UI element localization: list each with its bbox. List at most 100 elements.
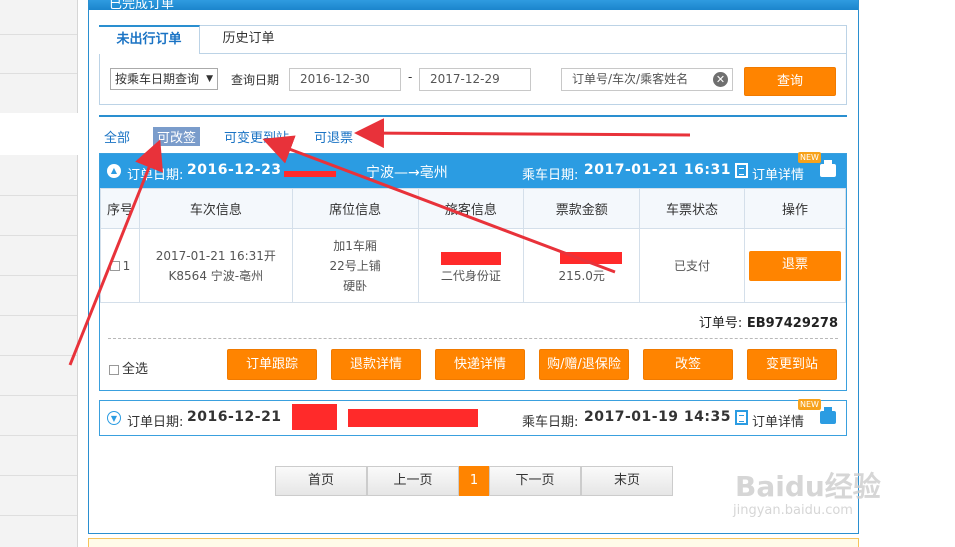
section-divider (99, 115, 847, 117)
nav-divider (0, 395, 77, 396)
page-prev-button[interactable]: 上一页 (367, 466, 459, 496)
order-detail-link[interactable]: 订单详情 (752, 411, 804, 430)
page-current[interactable]: 1 (459, 466, 489, 496)
seat-number: 22号上铺 (329, 258, 381, 273)
nav-divider (0, 195, 77, 196)
filter-change-station[interactable]: 可变更到站 (224, 127, 289, 146)
change-ticket-button[interactable]: 改签 (643, 349, 733, 380)
printer-icon[interactable] (820, 160, 836, 177)
watermark-url: jingyan.baidu.com (733, 503, 853, 518)
train-number: K8564 宁波-亳州 (168, 268, 264, 283)
tab-upcoming[interactable]: 未出行订单 (99, 25, 200, 54)
nav-divider (0, 475, 77, 476)
collapse-icon[interactable]: ▲ (107, 164, 121, 178)
expand-icon[interactable]: ▼ (107, 411, 121, 425)
row-checkbox[interactable] (109, 261, 120, 271)
col-index: 序号 (100, 188, 140, 229)
filter-all[interactable]: 全部 (104, 127, 130, 146)
nav-divider (0, 315, 77, 316)
passenger-cell: 二代身份证 (417, 228, 525, 303)
order-number-label: 订单号: (698, 316, 743, 331)
page-next-button[interactable]: 下一页 (489, 466, 581, 496)
nav-divider (0, 515, 77, 516)
col-price: 票款金额 (523, 188, 641, 229)
insurance-button[interactable]: 购/赠/退保险 (539, 349, 629, 380)
watermark-logo: Baidu经验 (735, 470, 881, 503)
table-header-row: 序号 车次信息 席位信息 旅客信息 票款金额 车票状态 操作 (100, 188, 847, 229)
order-search-input[interactable]: 订单号/车次/乘客姓名 ✕ (561, 68, 733, 91)
redaction-mark (560, 251, 623, 264)
order-date: 2016-12-23 (187, 162, 282, 178)
order-card: ▲ 订单日期: 2016-12-23 宁波—→亳州 乘车日期: 2017-01-… (99, 152, 847, 391)
clear-icon[interactable]: ✕ (713, 72, 728, 87)
nav-divider (0, 34, 77, 35)
seat-class: 硬卧 (343, 278, 368, 293)
train-cell: 2017-01-21 16:31开 K8564 宁波-亳州 (138, 228, 293, 303)
redaction-mark (348, 409, 478, 427)
redaction-mark (284, 171, 336, 177)
date-separator: - (408, 70, 413, 84)
price: 215.0元 (558, 268, 605, 283)
order-date-label: 订单日期: (127, 415, 184, 430)
price-cell: 215.0元 (523, 228, 641, 303)
date-from-input[interactable]: 2016-12-30 (289, 68, 401, 91)
ticket-table: 序号 车次信息 席位信息 旅客信息 票款金额 车票状态 操作 1 2017-01… (100, 188, 847, 303)
panel-header: 已完成订单 (89, 0, 858, 10)
table-row: 1 2017-01-21 16:31开 K8564 宁波-亳州 加1车厢 22号… (100, 228, 847, 303)
order-card-header[interactable]: ▼ 订单日期: 2016-12-21 乘车日期: 2017-01-19 14:3… (100, 399, 846, 434)
train-departure: 2017-01-21 16:31开 (155, 248, 276, 263)
page-last-button[interactable]: 末页 (581, 466, 673, 496)
refund-detail-button[interactable]: 退款详情 (331, 349, 421, 380)
dashed-divider (108, 338, 838, 339)
left-nav (0, 0, 78, 547)
nav-divider (0, 275, 77, 276)
ride-date-label: 乘车日期: (522, 415, 579, 430)
document-icon (735, 163, 748, 178)
printer-icon[interactable] (820, 407, 836, 424)
refund-button[interactable]: 退票 (748, 250, 841, 281)
nav-divider (0, 73, 77, 74)
query-type-select[interactable]: 按乘车日期查询 ▼ (110, 68, 218, 90)
page-first-button[interactable]: 首页 (275, 466, 367, 496)
row-index-cell: 1 (100, 228, 140, 303)
filter-changeable[interactable]: 可改签 (153, 127, 201, 146)
date-to-input[interactable]: 2017-12-29 (419, 68, 531, 91)
order-detail-link[interactable]: 订单详情 (752, 164, 804, 183)
row-index: 1 (122, 258, 131, 273)
order-card-header[interactable]: ▲ 订单日期: 2016-12-23 宁波—→亳州 乘车日期: 2017-01-… (100, 152, 846, 188)
new-badge: NEW (798, 399, 821, 410)
new-badge: NEW (798, 152, 821, 163)
route: 宁波—→亳州 (366, 165, 448, 181)
ride-date-label: 乘车日期: (522, 168, 579, 183)
col-action: 操作 (743, 188, 847, 229)
order-date-label: 订单日期: (127, 168, 184, 183)
panel-title: 已完成订单 (109, 0, 175, 10)
status-cell: 已支付 (639, 228, 745, 303)
filter-refundable[interactable]: 可退票 (314, 127, 353, 146)
order-number: 订单号: EB97429278 (699, 312, 838, 331)
track-order-button[interactable]: 订单跟踪 (227, 349, 317, 380)
query-type-value: 按乘车日期查询 (115, 72, 200, 86)
express-detail-button[interactable]: 快递详情 (435, 349, 525, 380)
tab-divider (199, 53, 847, 54)
tab-history[interactable]: 历史订单 (200, 25, 297, 54)
search-placeholder: 订单号/车次/乘客姓名 (572, 72, 689, 86)
action-cell: 退票 (743, 228, 847, 303)
col-status: 车票状态 (639, 188, 745, 229)
order-card: ▼ 订单日期: 2016-12-21 乘车日期: 2017-01-19 14:3… (99, 399, 847, 436)
nav-item-active[interactable] (0, 113, 78, 155)
query-button[interactable]: 查询 (744, 67, 836, 96)
col-passenger: 旅客信息 (417, 188, 525, 229)
col-train: 车次信息 (138, 188, 293, 229)
passenger-name-redacted (419, 246, 524, 266)
ticket-status: 已支付 (674, 258, 711, 273)
select-all-checkbox[interactable] (109, 364, 119, 375)
change-station-button[interactable]: 变更到站 (747, 349, 837, 380)
select-all[interactable]: 全选 (109, 358, 148, 377)
seat-cell: 加1车厢 22号上铺 硬卧 (291, 228, 419, 303)
nav-divider (0, 235, 77, 236)
redaction-mark (292, 404, 337, 430)
query-box: 未出行订单 历史订单 按乘车日期查询 ▼ 查询日期 2016-12-30 - 2… (99, 25, 847, 105)
ride-date: 2017-01-19 14:35 (584, 409, 731, 425)
chevron-down-icon: ▼ (206, 74, 213, 84)
